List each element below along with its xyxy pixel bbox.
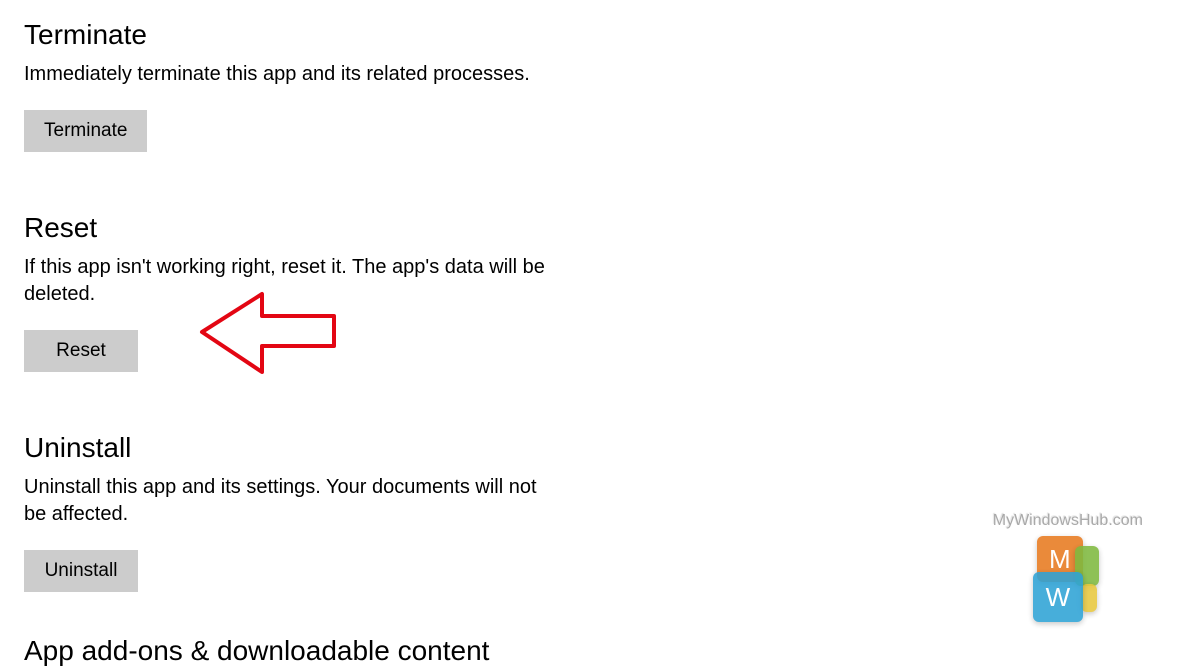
terminate-button[interactable]: Terminate [24, 110, 147, 152]
uninstall-section: Uninstall Uninstall this app and its set… [24, 432, 584, 592]
terminate-section: Terminate Immediately terminate this app… [24, 19, 584, 152]
terminate-heading: Terminate [24, 19, 584, 51]
terminate-description: Immediately terminate this app and its r… [24, 61, 554, 88]
addons-heading-truncated: App add-ons & downloadable content [24, 635, 489, 667]
watermark-tile-green [1075, 546, 1099, 586]
watermark-logo-icon: M W [1033, 536, 1103, 621]
reset-section: Reset If this app isn't working right, r… [24, 212, 584, 372]
reset-heading: Reset [24, 212, 584, 244]
reset-button[interactable]: Reset [24, 330, 138, 372]
watermark-tile-blue: W [1033, 572, 1083, 622]
watermark: MyWindowsHub.com M W [993, 512, 1143, 621]
uninstall-heading: Uninstall [24, 432, 584, 464]
watermark-text: MyWindowsHub.com [993, 512, 1143, 530]
uninstall-button[interactable]: Uninstall [24, 550, 138, 592]
watermark-tile-orange: M [1037, 536, 1083, 582]
reset-description: If this app isn't working right, reset i… [24, 254, 554, 308]
watermark-tile-yellow [1081, 584, 1097, 612]
uninstall-description: Uninstall this app and its settings. You… [24, 474, 554, 528]
